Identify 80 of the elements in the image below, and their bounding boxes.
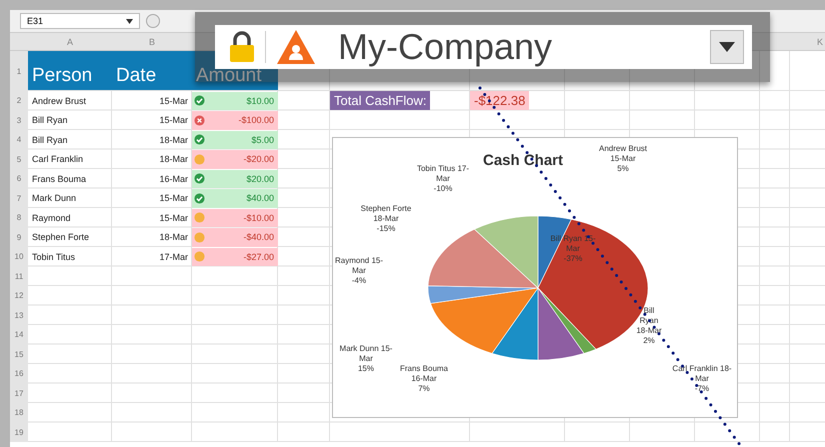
row-number[interactable]: 11 — [14, 272, 24, 281]
table-cell: 15-Mar — [159, 193, 188, 204]
name-box[interactable]: E31 — [20, 13, 140, 29]
data-label: Frans Bouma 16-Mar 7% — [398, 364, 450, 394]
row-number[interactable]: 10 — [14, 252, 24, 262]
circle-icon — [194, 212, 205, 224]
table-cell: Bill Ryan — [32, 115, 68, 126]
check-circle-icon — [194, 95, 205, 106]
x-circle-icon — [194, 114, 205, 126]
table-cell: Stephen Forte — [32, 232, 90, 242]
total-label: Total CashFlow: — [330, 91, 430, 110]
table-cell: 15-Mar — [159, 212, 188, 223]
table-cell: Raymond — [32, 212, 71, 223]
warning-user-icon — [276, 29, 316, 65]
row-number[interactable]: 4 — [16, 135, 22, 144]
circle-icon — [194, 251, 205, 262]
table-cell: 15-Mar — [159, 96, 188, 106]
row-number[interactable]: 17 — [14, 388, 24, 398]
check-circle-icon — [194, 192, 205, 204]
amount-value: $20.00 — [246, 174, 274, 184]
table-cell: Frans Bouma — [32, 174, 86, 184]
header-cell: Date — [112, 51, 192, 90]
data-label: Bill Ryan 18-Mar 2% — [635, 306, 663, 346]
table-cell: 16-Mar — [159, 174, 188, 184]
table-cell: 18-Mar — [159, 232, 188, 242]
data-label: Tobin Titus 17-Mar -10% — [416, 164, 470, 194]
row-number[interactable]: 15 — [14, 350, 24, 359]
table-cell: Andrew Brust — [32, 96, 86, 106]
data-label: Andrew Brust 15-Mar 5% — [598, 144, 648, 174]
table-cell: Bill Ryan — [32, 134, 68, 145]
data-label: Carl Franklin 18-Mar -7% — [671, 364, 733, 394]
table-cell: 15-Mar — [159, 115, 188, 126]
data-label: Bill Ryan 15-Mar -37% — [549, 234, 597, 264]
data-label: Mark Dunn 15-Mar 15% — [338, 344, 394, 374]
total-value: -$122.38 — [470, 91, 530, 110]
table-cell: 18-Mar — [159, 134, 188, 145]
amount-value: -$100.00 — [238, 115, 274, 126]
column-header[interactable]: K — [816, 36, 823, 46]
check-circle-icon — [194, 173, 205, 184]
row-number[interactable]: 9 — [16, 232, 22, 242]
amount-value: $10.00 — [246, 96, 274, 106]
row-number[interactable]: 18 — [14, 408, 24, 418]
row-number[interactable]: 5 — [16, 154, 22, 164]
row-number[interactable]: 13 — [14, 310, 24, 320]
table-cell: 18-Mar — [159, 154, 188, 164]
check-circle-icon — [194, 134, 205, 146]
chart-title: Cash Chart — [483, 152, 564, 169]
row-number[interactable]: 2 — [16, 96, 22, 106]
company-selector[interactable]: My-Company — [215, 25, 752, 69]
data-label: Raymond 15-Mar -4% — [334, 256, 384, 286]
amount-value: $40.00 — [246, 193, 274, 204]
column-header[interactable]: A — [66, 36, 73, 46]
row-number[interactable]: 19 — [14, 428, 24, 437]
amount-value: -$27.00 — [243, 252, 274, 262]
table-cell: Carl Franklin — [32, 154, 84, 164]
caret-icon — [126, 18, 133, 24]
table-cell: 17-Mar — [159, 252, 188, 262]
table-cell: Mark Dunn — [32, 193, 76, 204]
circle-icon — [194, 232, 205, 243]
row-number[interactable]: 14 — [14, 330, 24, 340]
lock-icon — [229, 31, 255, 63]
amount-value: $5.00 — [251, 134, 274, 145]
amount-value: -$10.00 — [243, 212, 274, 223]
row-number[interactable]: 16 — [14, 369, 24, 378]
row-number[interactable]: 1 — [16, 66, 22, 76]
dropdown-button[interactable] — [710, 30, 744, 64]
circle-icon — [194, 154, 205, 165]
row-number[interactable]: 12 — [14, 291, 24, 300]
table-cell: Tobin Titus — [32, 252, 76, 262]
data-label: Stephen Forte 18-Mar -15% — [360, 204, 412, 234]
row-number[interactable]: 6 — [16, 174, 22, 184]
cell-reference: E31 — [27, 16, 44, 26]
header-cell: Person — [28, 51, 112, 90]
amount-value: -$20.00 — [243, 154, 274, 164]
amount-value: -$40.00 — [243, 232, 274, 242]
company-name: My-Company — [338, 26, 554, 68]
row-number[interactable]: 7 — [16, 194, 22, 203]
column-header[interactable]: B — [148, 36, 155, 46]
row-number[interactable]: 3 — [16, 116, 22, 125]
row-number[interactable]: 8 — [16, 213, 22, 222]
